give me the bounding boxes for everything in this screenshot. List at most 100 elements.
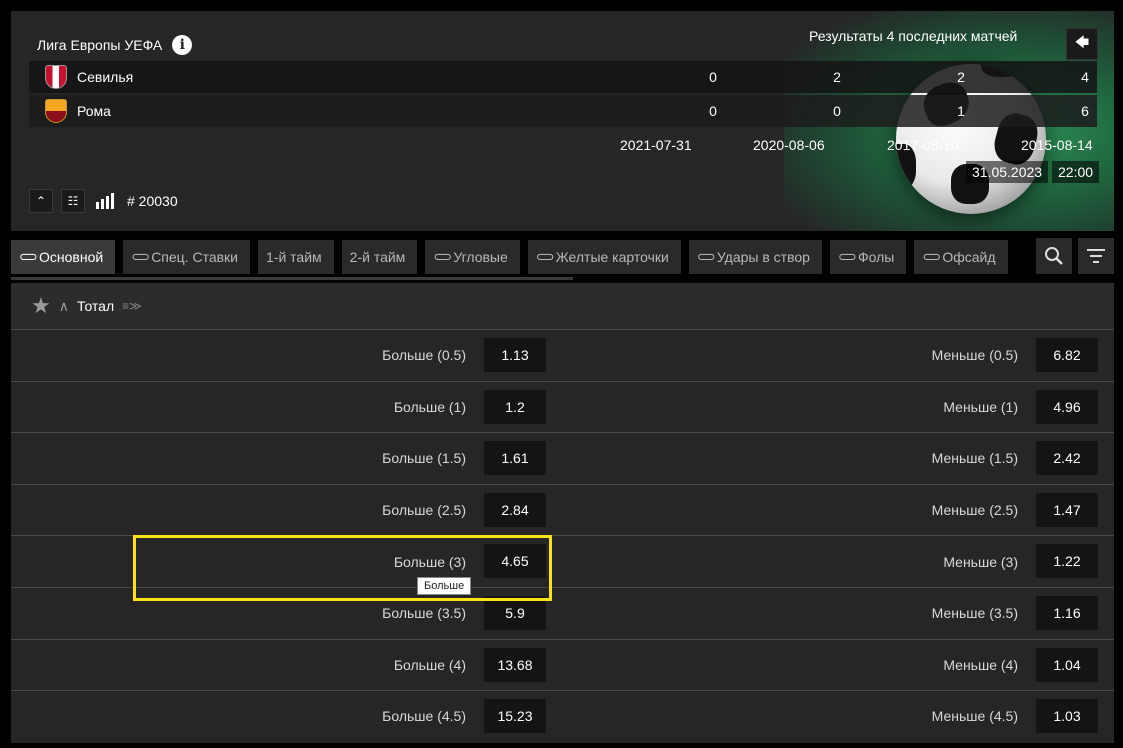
market-total: ★ ∧ Тотал ≡≫ Больше (0.5) 1.13 Меньше (0… <box>11 283 1114 743</box>
tab-shots-on-target[interactable]: ⊂⊃ Удары в створ <box>688 240 822 274</box>
back-button[interactable]: 🡄 <box>1066 28 1098 60</box>
table-view-button[interactable]: ☷ <box>61 189 85 213</box>
match-header: Лига Европы УЕФА i Результаты 4 последни… <box>11 11 1114 231</box>
result-date: 2017-08-10 <box>887 137 959 153</box>
stats-button[interactable] <box>93 189 117 213</box>
double-chevron-up-icon: ⌃ <box>35 194 47 208</box>
over-label: Больше (3.5) <box>382 605 466 622</box>
tab-second-half[interactable]: 2-й тайм <box>341 240 418 274</box>
search-icon <box>1045 247 1063 265</box>
odds-row: Больше (4.5) 15.23 Меньше (4.5) 1.03 <box>11 690 1114 742</box>
result-date: 2021-07-31 <box>620 137 692 153</box>
tab-first-half[interactable]: 1-й тайм <box>258 240 334 274</box>
odds-row: Больше (4) 13.68 Меньше (4) 1.04 <box>11 638 1114 691</box>
tab-offside[interactable]: ⊂⊃ Офсайд <box>914 240 1008 274</box>
over-odd-button[interactable]: 15.23 <box>484 699 546 734</box>
search-button[interactable] <box>1036 238 1072 274</box>
star-icon[interactable]: ★ <box>31 293 51 319</box>
result-date: 2015-08-14 <box>1021 137 1093 153</box>
odds-row: Больше (1) 1.2 Меньше (1) 4.96 <box>11 380 1114 433</box>
under-label: Меньше (4) <box>943 656 1018 673</box>
sevilla-crest-icon <box>45 65 67 89</box>
link-icon: ⊂⊃ <box>19 249 38 264</box>
tab-fouls[interactable]: ⊂⊃ Фолы <box>829 240 907 274</box>
under-label: Меньше (1) <box>943 398 1018 415</box>
tooltip: Больше <box>417 577 472 595</box>
link-icon: ⊂⊃ <box>131 249 150 264</box>
score-cell: 1 <box>957 103 965 119</box>
chevron-up-icon[interactable]: ∧ <box>59 298 69 315</box>
link-icon: ⊂⊃ <box>433 249 452 264</box>
under-odd-button[interactable]: 1.03 <box>1036 699 1098 734</box>
table-icon: ☷ <box>67 194 79 208</box>
match-time: 22:00 <box>1052 161 1100 183</box>
over-label: Больше (4) <box>393 656 466 673</box>
app-root: Лига Европы УЕФА i Результаты 4 последни… <box>0 0 1123 748</box>
filter-button[interactable] <box>1078 238 1114 274</box>
under-odd-button[interactable]: 1.16 <box>1036 595 1098 630</box>
under-odd-button[interactable]: 6.82 <box>1036 338 1098 372</box>
score-cell: 6 <box>1081 103 1089 119</box>
over-label: Больше (4.5) <box>382 708 466 725</box>
over-odd-button[interactable]: 4.65 <box>484 544 546 579</box>
odds-row: Больше (3) 4.65 Меньше (3) 1.22 <box>11 535 1114 587</box>
under-label: Меньше (3.5) <box>931 605 1018 622</box>
bar-chart-icon <box>96 193 114 209</box>
under-odd-button[interactable]: 1.04 <box>1036 647 1098 682</box>
filter-icon <box>1087 249 1105 263</box>
over-odd-button[interactable]: 1.13 <box>484 338 546 372</box>
result-date: 2020-08-06 <box>753 137 825 153</box>
under-label: Меньше (0.5) <box>931 347 1018 364</box>
score-cell: 2 <box>957 69 965 85</box>
odds-row: Больше (0.5) 1.13 Меньше (0.5) 6.82 <box>11 329 1114 381</box>
over-label: Больше (2.5) <box>382 502 466 519</box>
link-icon: ⊂⊃ <box>535 249 555 264</box>
odds-row: Больше (2.5) 2.84 Меньше (2.5) 1.47 <box>11 483 1114 536</box>
tab-corners[interactable]: ⊂⊃ Угловые <box>425 240 520 274</box>
score-cell: 0 <box>709 69 717 85</box>
under-label: Меньше (2.5) <box>931 502 1018 519</box>
market-tabs: ⊂⊃ Основной ⊂⊃ Спец. Ставки 1-й тайм 2-й т… <box>11 240 1036 274</box>
tab-special-bets[interactable]: ⊂⊃ Спец. Ставки <box>123 240 250 274</box>
under-odd-button[interactable]: 1.47 <box>1036 492 1098 527</box>
over-label: Больше (1.5) <box>382 450 466 467</box>
link-icon: ⊂⊃ <box>837 249 857 264</box>
tab-yellow-cards[interactable]: ⊂⊃ Желтые карточки <box>527 240 681 274</box>
odds-row: Больше (3.5) 5.9 Меньше (3.5) 1.16 <box>11 586 1114 639</box>
over-odd-button[interactable]: 1.2 <box>484 389 546 424</box>
tab-main[interactable]: ⊂⊃ Основной <box>11 240 116 274</box>
link-icon: ⊂⊃ <box>922 249 941 264</box>
under-odd-button[interactable]: 1.22 <box>1036 544 1098 579</box>
team-name: Рома <box>77 103 111 119</box>
under-odd-button[interactable]: 2.42 <box>1036 441 1098 476</box>
collapse-button[interactable]: ⌃ <box>29 189 53 213</box>
over-odd-button[interactable]: 13.68 <box>484 647 546 682</box>
match-id: # 20030 <box>127 193 178 209</box>
under-label: Меньше (1.5) <box>931 450 1018 467</box>
over-odd-button[interactable]: 5.9 <box>484 595 546 630</box>
over-label: Больше (1) <box>393 398 466 415</box>
under-odd-button[interactable]: 4.96 <box>1036 389 1098 424</box>
league-title: Лига Европы УЕФА i <box>37 35 193 55</box>
arrow-left-icon: 🡄 <box>1074 34 1090 50</box>
over-label: Больше (0.5) <box>382 347 466 364</box>
under-label: Меньше (4.5) <box>931 708 1018 725</box>
odds-row: Больше (1.5) 1.61 Меньше (1.5) 2.42 <box>11 432 1114 484</box>
info-icon[interactable]: i <box>172 35 193 55</box>
score-cell: 0 <box>709 103 717 119</box>
market-title: Тотал <box>76 298 115 314</box>
roma-crest-icon <box>45 99 67 123</box>
under-label: Меньше (3) <box>943 553 1018 570</box>
score-cell: 0 <box>833 103 841 119</box>
header-tools: ⌃ ☷ # 20030 <box>29 189 178 213</box>
market-header[interactable]: ★ ∧ Тотал ≡≫ <box>11 283 1114 329</box>
tab-scrollbar[interactable] <box>11 277 573 280</box>
team-row: Рома 0 0 1 6 <box>29 95 1097 127</box>
league-name: Лига Европы УЕФА <box>37 37 163 53</box>
over-odd-button[interactable]: 1.61 <box>484 441 546 476</box>
match-date: 31.05.2023 <box>966 161 1049 183</box>
link-icon: ⊂⊃ <box>696 249 716 264</box>
team-name: Севилья <box>77 69 134 85</box>
team-row: Севилья 0 2 2 4 <box>29 61 1097 93</box>
over-odd-button[interactable]: 2.84 <box>484 492 546 527</box>
